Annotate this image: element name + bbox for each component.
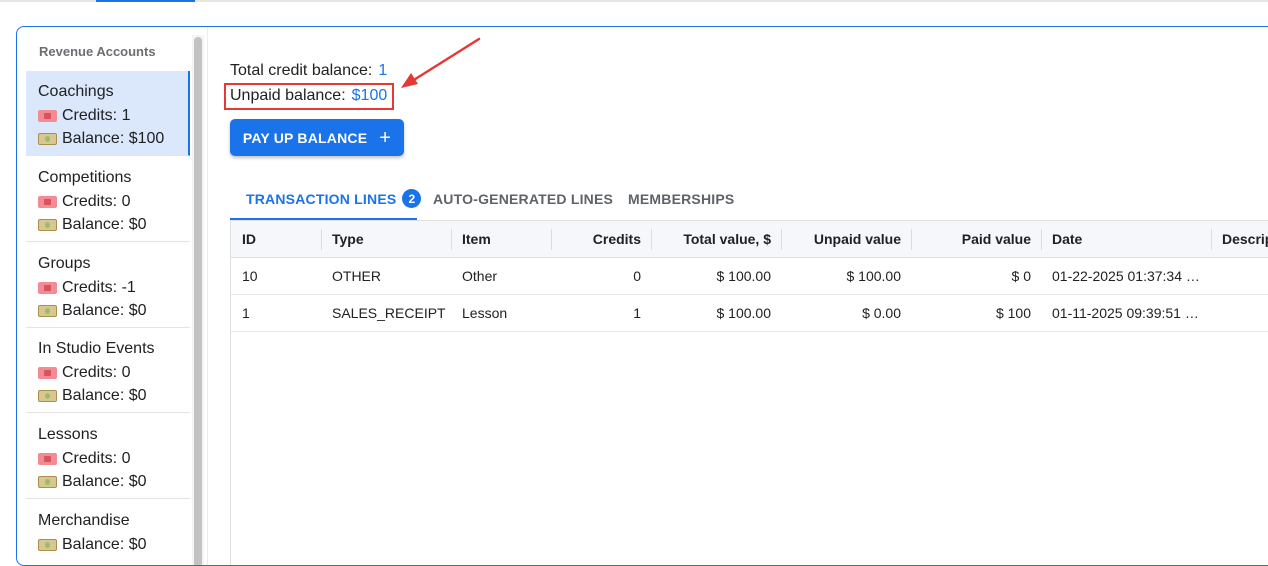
account-item-lessons[interactable]: Lessons Credits: 0 Balance: $0	[26, 414, 190, 499]
cell-paid-value: $ 100	[995, 305, 1031, 321]
tab-transaction-lines[interactable]: TRANSACTION LINES 2	[246, 177, 422, 220]
cell-item: Lesson	[462, 305, 508, 321]
table-row[interactable]: 1 SALES_RECEIPT Lesson 1 $ 100.00 $ 0.00…	[231, 295, 1268, 332]
account-balance: Balance: $0	[62, 386, 147, 404]
account-name: Groups	[38, 255, 91, 272]
unpaid-balance: Unpaid balance: $100	[230, 87, 387, 105]
total-credit-balance: Total credit balance: 1	[230, 62, 387, 80]
column-header-type[interactable]: Type	[321, 221, 451, 258]
cell-type: OTHER	[332, 268, 381, 284]
column-header-paid-value[interactable]: Paid value	[911, 221, 1041, 258]
transaction-lines-table: ID Type Item Credits Total value, $ Unpa…	[230, 220, 1268, 565]
ticket-icon	[38, 281, 57, 294]
account-item-groups[interactable]: Groups Credits: -1 Balance: $0	[26, 243, 190, 328]
total-credit-balance-label: Total credit balance:	[230, 62, 373, 79]
cell-unpaid-value: $ 0.00	[862, 305, 901, 321]
column-header-item[interactable]: Item	[451, 221, 551, 258]
money-icon	[38, 304, 57, 317]
transaction-tabs: TRANSACTION LINES 2 AUTO-GENERATED LINES …	[230, 177, 1268, 220]
account-credits: Credits: 1	[62, 106, 131, 124]
tab-memberships[interactable]: MEMBERSHIPS	[628, 177, 734, 220]
money-icon	[38, 218, 57, 231]
cell-total-value: $ 100.00	[716, 268, 772, 284]
cell-total-value: $ 100.00	[716, 305, 772, 321]
cell-description	[1222, 295, 1268, 331]
sidebar-divider	[207, 27, 208, 565]
account-name: Competitions	[38, 169, 132, 186]
account-balance: Balance: $0	[62, 301, 147, 319]
cell-paid-value: $ 0	[1011, 268, 1031, 284]
top-tab-bar	[0, 0, 1268, 2]
column-header-date[interactable]: Date	[1041, 221, 1211, 258]
account-name: In Studio Events	[38, 340, 155, 357]
cell-date: 01-22-2025 01:37:34 …	[1052, 268, 1200, 284]
annotation-arrow-icon	[401, 37, 481, 88]
account-balance: Balance: $100	[62, 129, 165, 147]
money-icon	[38, 132, 57, 145]
money-icon	[38, 389, 57, 402]
tab-label: TRANSACTION LINES	[246, 190, 397, 207]
ticket-icon	[38, 195, 57, 208]
money-icon	[38, 475, 57, 488]
cell-id: 10	[242, 268, 258, 284]
column-header-description[interactable]: Descrip	[1211, 221, 1268, 258]
cell-credits: 0	[633, 268, 641, 284]
tab-auto-generated-lines[interactable]: AUTO-GENERATED LINES	[433, 177, 613, 220]
ticket-icon	[38, 109, 57, 122]
cell-unpaid-value: $ 100.00	[846, 268, 902, 284]
pay-up-balance-label: PAY UP BALANCE	[242, 129, 368, 146]
account-credits: Credits: 0	[62, 449, 131, 467]
cell-credits: 1	[633, 305, 641, 321]
plus-icon: +	[379, 126, 392, 149]
sidebar-scrollbar-thumb[interactable]	[194, 37, 202, 565]
count-badge: 2	[402, 189, 422, 208]
cell-date: 01-11-2025 09:39:51 …	[1052, 305, 1199, 321]
table-row[interactable]: 10 OTHER Other 0 $ 100.00 $ 100.00 $ 0 0…	[231, 258, 1268, 295]
unpaid-balance-value: $100	[351, 87, 388, 104]
revenue-accounts-panel: Revenue Accounts Coachings Credits: 1 Ba…	[16, 26, 1268, 566]
account-credits: Credits: 0	[62, 363, 131, 381]
account-credits: Credits: 0	[62, 192, 131, 210]
account-item-competitions[interactable]: Competitions Credits: 0 Balance: $0	[26, 157, 190, 242]
tab-label: MEMBERSHIPS	[628, 190, 735, 207]
table-header: ID Type Item Credits Total value, $ Unpa…	[231, 220, 1268, 258]
revenue-accounts-sidebar: Revenue Accounts Coachings Credits: 1 Ba…	[25, 27, 191, 565]
account-name: Merchandise	[38, 512, 130, 529]
pay-up-balance-button[interactable]: PAY UP BALANCE +	[230, 119, 404, 156]
account-item-merchandise[interactable]: Merchandise Balance: $0	[26, 500, 190, 565]
column-header-credits[interactable]: Credits	[551, 221, 651, 258]
total-credit-balance-value: 1	[378, 62, 388, 79]
account-item-in-studio-events[interactable]: In Studio Events Credits: 0 Balance: $0	[26, 328, 190, 413]
account-name: Lessons	[38, 426, 98, 443]
cell-id: 1	[242, 305, 250, 321]
sidebar-title: Revenue Accounts	[39, 44, 156, 59]
account-credits: Credits: -1	[62, 278, 136, 296]
account-item-coachings[interactable]: Coachings Credits: 1 Balance: $100	[26, 71, 190, 156]
column-header-id[interactable]: ID	[242, 221, 312, 258]
account-balance: Balance: $0	[62, 472, 147, 490]
cell-description	[1222, 258, 1268, 294]
account-name: Coachings	[38, 83, 114, 100]
ticket-icon	[38, 366, 57, 379]
column-header-unpaid-value[interactable]: Unpaid value	[781, 221, 911, 258]
column-header-total-value[interactable]: Total value, $	[651, 221, 781, 258]
cell-type: SALES_RECEIPT	[332, 305, 446, 321]
top-tab-active-indicator	[96, 0, 195, 2]
unpaid-balance-label: Unpaid balance:	[230, 87, 346, 104]
account-balance: Balance: $0	[62, 215, 147, 233]
tab-label: AUTO-GENERATED LINES	[433, 190, 614, 207]
ticket-icon	[38, 452, 57, 465]
cell-item: Other	[462, 268, 498, 284]
